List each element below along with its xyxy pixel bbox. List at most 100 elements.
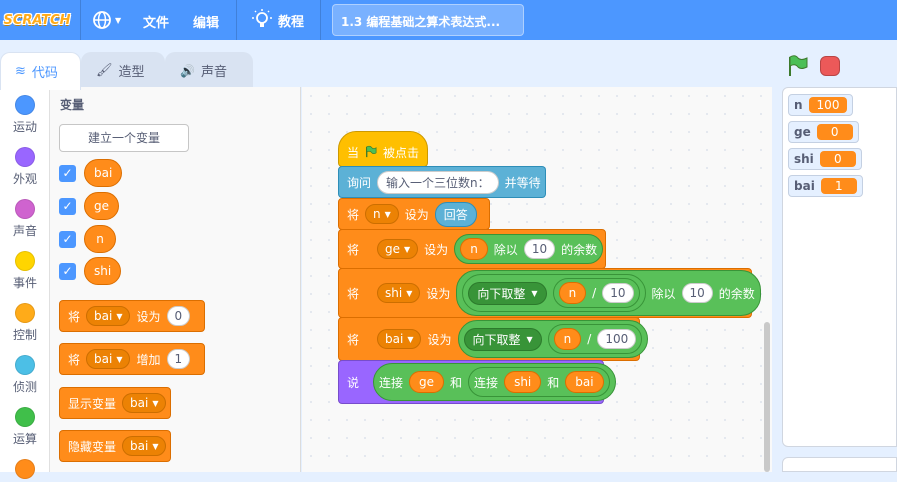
control-dot-icon bbox=[15, 303, 35, 323]
variable-monitor-bai[interactable]: bai 1 bbox=[788, 175, 863, 197]
math-function-dropdown[interactable]: 向下取整 ▼ bbox=[463, 327, 542, 351]
category-events[interactable]: 事件 bbox=[0, 251, 50, 291]
variable-reporter-ge[interactable]: ge bbox=[84, 192, 119, 220]
say-block[interactable]: 说 连接 ge 和 连接 shi 和 bai bbox=[338, 360, 616, 404]
when-flag-clicked-block[interactable]: 当 被点击 bbox=[338, 131, 428, 167]
palette-set-variable-block[interactable]: 将 bai ▼ 设为 0 bbox=[59, 300, 205, 332]
value-input[interactable]: 0 bbox=[166, 306, 191, 326]
shi-reporter[interactable]: shi bbox=[504, 371, 542, 393]
number-input[interactable]: 100 bbox=[597, 329, 637, 349]
project-title-input[interactable]: 1.3 编程基础之算术表达式... bbox=[332, 4, 524, 36]
palette-hide-variable-block[interactable]: 隐藏变量 bai ▼ bbox=[59, 430, 171, 462]
block-label: 将 bbox=[347, 286, 360, 301]
monitor-label: shi bbox=[794, 152, 814, 166]
divide-operator-block[interactable]: n / 10 bbox=[552, 278, 640, 308]
n-reporter[interactable]: n bbox=[558, 282, 587, 304]
block-label: 显示变量 bbox=[68, 396, 117, 411]
make-variable-button[interactable]: 建立一个变量 bbox=[59, 124, 189, 152]
floor-operator-block[interactable]: 向下取整 ▼ n / 100 bbox=[457, 320, 649, 358]
category-operators[interactable]: 运算 bbox=[0, 407, 50, 447]
variable-checkbox[interactable]: ✓ bbox=[59, 231, 76, 248]
value-input[interactable]: 1 bbox=[166, 349, 191, 369]
variable-checkbox[interactable]: ✓ bbox=[59, 165, 76, 182]
tutorials-button[interactable]: 教程 bbox=[252, 9, 304, 31]
tab-costumes[interactable]: 🖌 造型 bbox=[81, 52, 165, 88]
ask-prompt-input[interactable]: 输入一个三位数n： bbox=[377, 170, 499, 194]
n-reporter[interactable]: n bbox=[460, 238, 488, 260]
variable-dropdown[interactable]: bai ▼ bbox=[122, 436, 167, 456]
category-label: 声音 bbox=[12, 224, 37, 238]
globe-icon bbox=[93, 11, 111, 29]
join-operator-block[interactable]: 连接 shi 和 bai bbox=[468, 367, 610, 397]
variable-dropdown[interactable]: n ▼ bbox=[365, 204, 399, 224]
set-n-block[interactable]: 将 n ▼ 设为 回答 bbox=[338, 198, 490, 230]
block-palette: 变量 建立一个变量 ✓ bai ✓ ge ✓ n ✓ shi 将 bai ▼ 设为… bbox=[50, 87, 301, 472]
variable-dropdown[interactable]: shi ▼ bbox=[377, 283, 421, 303]
ask-and-wait-block[interactable]: 询问 输入一个三位数n： 并等待 bbox=[338, 166, 546, 198]
stop-button[interactable] bbox=[820, 56, 840, 76]
block-label: 连接 bbox=[379, 375, 404, 390]
block-label: 除以 bbox=[493, 242, 518, 257]
variable-dropdown[interactable]: bai ▼ bbox=[86, 349, 131, 369]
category-variables[interactable] bbox=[0, 459, 50, 482]
join-operator-block[interactable]: 连接 ge 和 连接 shi 和 bai bbox=[373, 363, 616, 401]
set-bai-block[interactable]: 将 bai ▼ 设为 向下取整 ▼ n / 100 bbox=[338, 317, 649, 361]
palette-change-variable-block[interactable]: 将 bai ▼ 增加 1 bbox=[59, 343, 205, 375]
sound-dot-icon bbox=[15, 199, 35, 219]
palette-show-variable-block[interactable]: 显示变量 bai ▼ bbox=[59, 387, 171, 419]
category-motion[interactable]: 运动 bbox=[0, 95, 50, 135]
variable-reporter-bai[interactable]: bai bbox=[84, 159, 123, 187]
variable-monitor-ge[interactable]: ge 0 bbox=[788, 121, 859, 143]
block-label: 连接 bbox=[474, 375, 499, 390]
variable-reporter-shi[interactable]: shi bbox=[84, 257, 122, 285]
tab-code[interactable]: ≋ 代码 bbox=[0, 52, 81, 90]
category-sound[interactable]: 声音 bbox=[0, 199, 50, 239]
number-input[interactable]: 10 bbox=[602, 283, 634, 303]
set-shi-block[interactable]: 将 shi ▼ 设为 向下取整 ▼ n / 10 除以 10 的余数 bbox=[338, 268, 761, 318]
variable-dropdown[interactable]: bai ▼ bbox=[377, 329, 422, 349]
tab-sounds[interactable]: 🔊 声音 bbox=[165, 52, 253, 88]
mod-operator-block[interactable]: n 除以 10 的余数 bbox=[454, 234, 604, 264]
category-control[interactable]: 控制 bbox=[0, 303, 50, 343]
set-ge-block[interactable]: 将 ge ▼ 设为 n 除以 10 的余数 bbox=[338, 229, 606, 269]
monitor-label: n bbox=[794, 98, 803, 112]
variable-reporter-n[interactable]: n bbox=[84, 225, 116, 253]
category-sensing[interactable]: 侦测 bbox=[0, 355, 50, 395]
variable-checkbox[interactable]: ✓ bbox=[59, 198, 76, 215]
variable-dropdown[interactable]: bai ▼ bbox=[122, 393, 167, 413]
monitor-label: ge bbox=[794, 125, 811, 139]
variable-monitor-n[interactable]: n 100 bbox=[788, 94, 854, 116]
file-menu[interactable]: 文件 bbox=[143, 12, 169, 31]
language-menu[interactable]: ▼ bbox=[92, 10, 128, 30]
answer-reporter[interactable]: 回答 bbox=[434, 201, 477, 227]
variable-monitor-shi[interactable]: shi 0 bbox=[788, 148, 862, 170]
category-looks[interactable]: 外观 bbox=[0, 147, 50, 187]
math-function-dropdown[interactable]: 向下取整 ▼ bbox=[468, 281, 547, 305]
mod-operator-block[interactable]: 向下取整 ▼ n / 10 除以 10 的余数 bbox=[456, 270, 761, 316]
floor-operator-block[interactable]: 向下取整 ▼ n / 10 bbox=[462, 274, 646, 312]
workspace-scrollbar[interactable] bbox=[764, 322, 770, 472]
block-label: 隐藏变量 bbox=[68, 439, 117, 454]
edit-menu[interactable]: 编辑 bbox=[193, 12, 219, 31]
n-reporter[interactable]: n bbox=[553, 328, 582, 350]
sensing-dot-icon bbox=[15, 355, 35, 375]
green-flag-button[interactable] bbox=[787, 55, 809, 80]
variable-dropdown[interactable]: bai ▼ bbox=[86, 306, 131, 326]
category-label: 事件 bbox=[12, 276, 37, 290]
number-input[interactable]: 10 bbox=[681, 283, 713, 303]
block-label: 将 bbox=[347, 332, 360, 347]
divide-operator-block[interactable]: n / 100 bbox=[547, 324, 643, 354]
code-workspace[interactable]: 当 被点击 询问 输入一个三位数n： 并等待 将 n ▼ 设为 回答 将 ge ▼ … bbox=[302, 87, 772, 472]
variable-checkbox[interactable]: ✓ bbox=[59, 263, 76, 280]
scratch-logo[interactable]: SCRATCH bbox=[3, 8, 70, 32]
block-label: 并等待 bbox=[504, 175, 541, 190]
category-label: 运算 bbox=[12, 432, 37, 446]
ge-reporter[interactable]: ge bbox=[409, 371, 445, 393]
brush-icon: 🖌 bbox=[96, 63, 113, 78]
number-input[interactable]: 10 bbox=[523, 239, 556, 259]
stage[interactable]: n 100 ge 0 shi 0 bai 1 bbox=[782, 87, 897, 447]
lightbulb-icon bbox=[252, 9, 272, 27]
variable-dropdown[interactable]: ge ▼ bbox=[377, 239, 419, 259]
bai-reporter[interactable]: bai bbox=[565, 371, 604, 393]
category-label: 侦测 bbox=[12, 380, 37, 394]
